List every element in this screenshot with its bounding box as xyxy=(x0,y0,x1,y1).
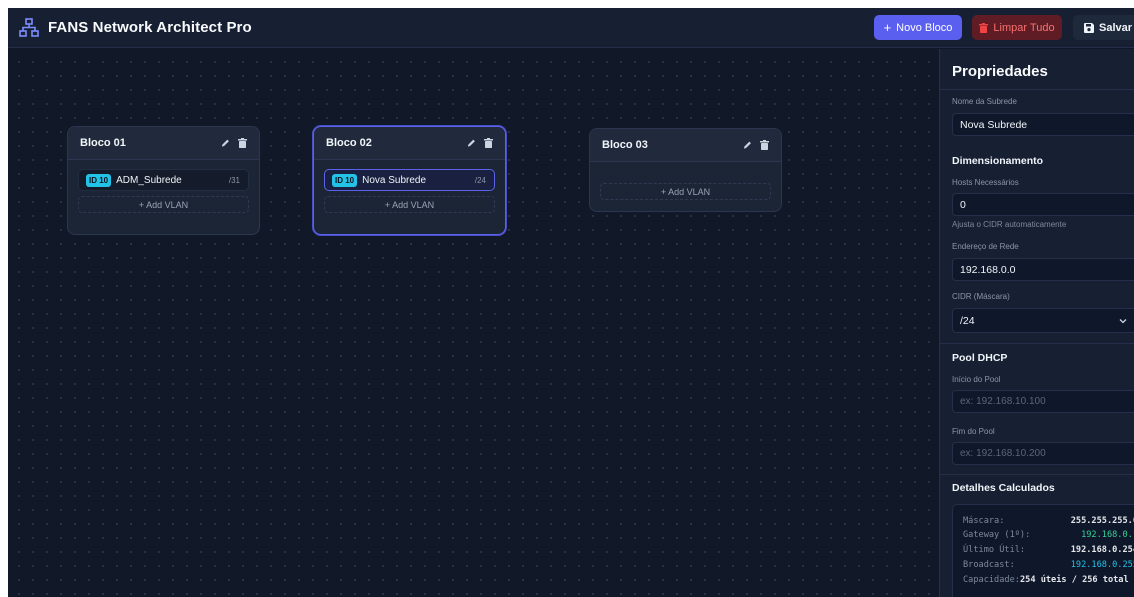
top-bar: FANS Network Architect Pro + Novo Bloco … xyxy=(8,8,1134,48)
vlan-item[interactable]: ID 10 Nova Subrede /24 xyxy=(324,169,495,191)
vlan-id-badge: ID 10 xyxy=(332,173,358,187)
hosts-input[interactable]: 0 xyxy=(952,193,1134,216)
new-block-button[interactable]: + Novo Bloco xyxy=(874,15,962,40)
broadcast-value: 192.168.0.255 xyxy=(1070,560,1134,570)
subnet-name-label: Nome da Subrede xyxy=(952,97,1017,106)
block-header[interactable]: Bloco 01 xyxy=(68,127,259,160)
vlan-id-badge: ID 10 xyxy=(86,173,112,187)
block-title: Bloco 03 xyxy=(602,139,648,151)
mask-value: 255.255.255.0 xyxy=(1070,516,1134,526)
panel-divider xyxy=(940,343,1134,344)
network-icon xyxy=(19,18,39,37)
hosts-label: Hosts Necessários xyxy=(952,178,1019,187)
edit-icon[interactable] xyxy=(221,138,230,148)
pool-end-input[interactable]: ex: 192.168.10.200 xyxy=(952,442,1134,465)
save-button[interactable]: Salvar xyxy=(1073,15,1134,40)
cidr-select[interactable]: /24 xyxy=(952,308,1134,333)
gateway-key: Gateway (1º): xyxy=(963,530,1031,540)
edit-icon[interactable] xyxy=(467,138,476,148)
trash-icon xyxy=(979,22,989,33)
block-title: Bloco 01 xyxy=(80,137,126,149)
app-window: FANS Network Architect Pro + Novo Bloco … xyxy=(8,8,1134,597)
details-section-title: Detalhes Calculados xyxy=(952,482,1055,494)
pool-start-label: Início do Pool xyxy=(952,375,1001,384)
block-card[interactable]: Bloco 02 ID 10 Nova Subrede /24 + Add VL… xyxy=(313,126,506,235)
trash-icon[interactable] xyxy=(484,138,493,148)
block-card[interactable]: Bloco 03 + Add VLAN xyxy=(589,128,782,212)
new-block-label: Novo Bloco xyxy=(896,21,953,34)
app-title: FANS Network Architect Pro xyxy=(48,19,252,36)
save-label: Salvar xyxy=(1098,21,1133,34)
block-header[interactable]: Bloco 03 xyxy=(590,129,781,162)
vlan-name: ADM_Subrede xyxy=(116,174,182,186)
clear-all-button[interactable]: Limpar Tudo xyxy=(972,15,1062,40)
last-usable-value: 192.168.0.254 xyxy=(1070,545,1134,555)
add-vlan-button[interactable]: + Add VLAN xyxy=(78,196,249,213)
vlan-cidr: /24 xyxy=(474,175,486,185)
calculated-details-box: Máscara: 255.255.255.0 Gateway (1º): 192… xyxy=(952,504,1134,597)
hosts-hint: Ajusta o CIDR automaticamente xyxy=(952,220,1067,229)
vlan-item[interactable]: ID 10 ADM_Subrede /31 xyxy=(78,169,249,191)
capacity-key: Capacidade: xyxy=(963,575,1020,585)
network-canvas[interactable]: Bloco 01 ID 10 ADM_Subrede /31 + Add VLA… xyxy=(8,49,939,597)
panel-divider xyxy=(940,474,1134,475)
add-vlan-button[interactable]: + Add VLAN xyxy=(600,183,771,200)
vlan-cidr: /31 xyxy=(228,175,240,185)
cidr-label: CIDR (Máscara) xyxy=(952,292,1010,301)
mask-key: Máscara: xyxy=(963,516,1005,526)
chevron-down-icon xyxy=(1119,319,1127,324)
last-usable-key: Último Útil: xyxy=(963,545,1026,555)
clear-all-label: Limpar Tudo xyxy=(993,21,1055,34)
add-vlan-button[interactable]: + Add VLAN xyxy=(324,196,495,213)
block-header[interactable]: Bloco 02 xyxy=(314,127,505,160)
network-address-label: Endereço de Rede xyxy=(952,242,1019,251)
sizing-section-title: Dimensionamento xyxy=(952,155,1044,167)
subnet-name-input[interactable]: Nova Subrede xyxy=(952,113,1134,136)
dhcp-section-title: Pool DHCP xyxy=(952,352,1008,364)
vlan-name: Nova Subrede xyxy=(362,174,427,186)
panel-divider xyxy=(940,89,1134,90)
broadcast-key: Broadcast: xyxy=(963,560,1015,570)
pool-end-label: Fim do Pool xyxy=(952,427,995,436)
gateway-value: 192.168.0.1 xyxy=(1081,530,1134,540)
trash-icon[interactable] xyxy=(238,138,247,148)
panel-title: Propriedades xyxy=(952,63,1048,80)
block-title: Bloco 02 xyxy=(326,137,372,149)
edit-icon[interactable] xyxy=(743,140,752,150)
plus-icon: + xyxy=(883,20,892,35)
capacity-value: 254 úteis / 256 total xyxy=(1020,575,1129,585)
block-card[interactable]: Bloco 01 ID 10 ADM_Subrede /31 + Add VLA… xyxy=(67,126,260,235)
pool-start-input[interactable]: ex: 192.168.10.100 xyxy=(952,390,1134,413)
save-icon xyxy=(1083,22,1094,33)
trash-icon[interactable] xyxy=(760,140,769,150)
properties-panel: Propriedades Nome da Subrede Nova Subred… xyxy=(939,49,1134,597)
network-address-input[interactable]: 192.168.0.0 xyxy=(952,258,1134,281)
